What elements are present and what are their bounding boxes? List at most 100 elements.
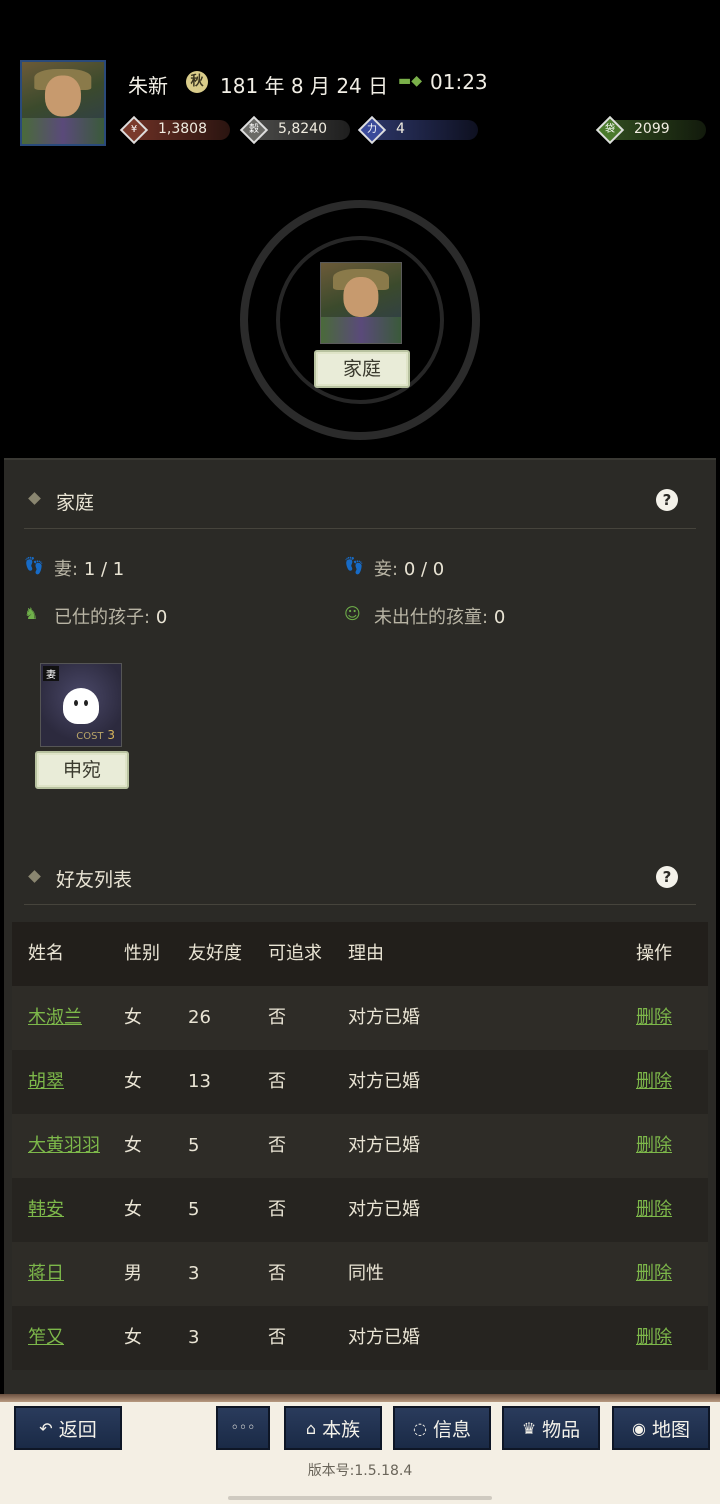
friend-reason: 对方已婚	[348, 1199, 420, 1220]
jade-value: 2099	[634, 121, 670, 137]
table-header: 姓名 性别 友好度 可追求 理由 操作	[12, 922, 708, 986]
chat-bubble-icon: ◌	[413, 1418, 427, 1438]
friend-favor: 3	[188, 1263, 200, 1284]
spouse-tag: 妻	[43, 666, 59, 681]
employed-children-label: 已仕的孩子:	[54, 607, 151, 628]
cost-value: 3	[107, 728, 115, 742]
col-reason: 理由	[348, 943, 384, 964]
season-icon: 秋	[186, 71, 208, 93]
table-row: 韩安 女 5 否 对方已婚 删除	[12, 1178, 708, 1242]
grain-value: 5,8240	[278, 121, 327, 137]
friend-reason: 同性	[348, 1263, 384, 1284]
cost-text: COST	[76, 731, 104, 742]
family-label-plate[interactable]: 家庭	[314, 350, 410, 388]
delete-friend-button[interactable]: 删除	[636, 1306, 672, 1370]
friend-sex: 男	[124, 1263, 142, 1284]
ghost-avatar-icon	[63, 688, 99, 724]
top-status-bar: 朱新 秋 181 年 8 月 24 日 ▬◆ 01:23 ¥ 1,3808 穀 …	[0, 0, 720, 160]
more-button[interactable]: ◦◦◦	[216, 1406, 270, 1450]
hat-icon: ♛	[521, 1418, 537, 1438]
concubine-label: 妾:	[374, 559, 399, 580]
divider	[24, 904, 696, 905]
employed-children-value: 0	[155, 607, 168, 628]
spouse-name-plate[interactable]: 申宛	[35, 751, 129, 789]
jade-resource[interactable]: 袋 2099	[595, 115, 706, 145]
friend-pursue: 否	[268, 1007, 286, 1028]
strength-value: 4	[396, 121, 405, 137]
wife-count: 妻: 1 / 1	[54, 555, 124, 581]
friend-name-link[interactable]: 韩安	[28, 1178, 64, 1242]
friends-table: 姓名 性别 友好度 可追求 理由 操作 木淑兰 女 26 否 对方已婚 删除 胡…	[12, 922, 708, 1370]
friend-name-link[interactable]: 胡翠	[28, 1050, 64, 1114]
wife-label: 妻:	[54, 559, 79, 580]
friends-help-icon[interactable]: ?	[656, 866, 678, 888]
children-icon: ♞	[24, 604, 39, 623]
employed-children-count: 已仕的孩子: 0	[54, 603, 167, 629]
unemployed-children-value: 0	[493, 607, 506, 628]
portrait-body	[22, 117, 104, 144]
friend-sex: 女	[124, 1327, 142, 1348]
friend-sex: 女	[124, 1199, 142, 1220]
friend-pursue: 否	[268, 1263, 286, 1284]
info-label: 信息	[432, 1418, 471, 1441]
friend-sex: 女	[124, 1007, 142, 1028]
map-button[interactable]: ◉ 地图	[612, 1406, 710, 1450]
info-button[interactable]: ◌ 信息	[393, 1406, 491, 1450]
cost-badge: COST 3	[76, 728, 115, 742]
money-value: 1,3808	[158, 121, 207, 137]
strength-bar	[372, 120, 478, 140]
game-time: 01:23	[430, 70, 488, 94]
friend-favor: 3	[188, 1327, 200, 1348]
col-favor: 友好度	[188, 943, 242, 964]
portrait-face	[343, 276, 379, 317]
bottom-bar-edge	[0, 1394, 720, 1402]
back-button[interactable]: ↶ 返回	[14, 1406, 122, 1450]
friend-name-link[interactable]: 大黄羽羽	[28, 1114, 100, 1178]
friend-name-link[interactable]: 蒋日	[28, 1242, 64, 1306]
items-button[interactable]: ♛ 物品	[502, 1406, 600, 1450]
strength-resource[interactable]: 力 4	[357, 115, 478, 145]
delete-friend-button[interactable]: 删除	[636, 1242, 672, 1306]
table-row: 木淑兰 女 26 否 对方已婚 删除	[12, 986, 708, 1050]
clan-button[interactable]: ⌂ 本族	[284, 1406, 382, 1450]
friend-pursue: 否	[268, 1071, 286, 1092]
clan-house-icon: ⌂	[305, 1418, 317, 1438]
family-head-avatar[interactable]	[320, 262, 402, 344]
player-avatar[interactable]	[20, 60, 106, 146]
friends-section-title: 好友列表	[56, 869, 133, 891]
delete-friend-button[interactable]: 删除	[636, 1178, 672, 1242]
table-row: 蒋日 男 3 否 同性 删除	[12, 1242, 708, 1306]
delete-friend-button[interactable]: 删除	[636, 1114, 672, 1178]
col-name: 姓名	[28, 943, 64, 964]
portrait-body	[321, 317, 401, 343]
friend-reason: 对方已婚	[348, 1327, 420, 1348]
child-face-icon: ☺	[344, 604, 361, 623]
friend-reason: 对方已婚	[348, 1071, 420, 1092]
friend-pursue: 否	[268, 1135, 286, 1156]
friend-favor: 26	[188, 1007, 211, 1028]
friend-name-link[interactable]: 木淑兰	[28, 986, 82, 1050]
home-indicator[interactable]	[228, 1496, 492, 1500]
delete-friend-button[interactable]: 删除	[636, 1050, 672, 1114]
grain-resource[interactable]: 穀 5,8240	[239, 115, 350, 145]
player-name: 朱新	[128, 74, 168, 98]
delete-friend-button[interactable]: 删除	[636, 986, 672, 1050]
col-pursue: 可追求	[268, 943, 322, 964]
friend-pursue: 否	[268, 1327, 286, 1348]
friend-name-link[interactable]: 笮又	[28, 1306, 64, 1370]
concubine-count: 妾: 0 / 0	[374, 555, 444, 581]
unemployed-children-label: 未出仕的孩童:	[374, 607, 489, 628]
spouse-card[interactable]: 妻 COST 3	[40, 663, 122, 747]
globe-icon: ◉	[632, 1418, 646, 1438]
items-label: 物品	[542, 1418, 581, 1441]
back-label: 返回	[58, 1418, 97, 1441]
col-action: 操作	[636, 943, 672, 964]
friend-sex: 女	[124, 1135, 142, 1156]
money-resource[interactable]: ¥ 1,3808	[119, 115, 230, 145]
family-section-title: 家庭	[56, 492, 95, 514]
family-help-icon[interactable]: ?	[656, 489, 678, 511]
friend-pursue: 否	[268, 1199, 286, 1220]
unemployed-children-count: 未出仕的孩童: 0	[374, 603, 505, 629]
back-arrow-icon: ↶	[39, 1418, 53, 1438]
ghost-eye	[74, 700, 78, 706]
